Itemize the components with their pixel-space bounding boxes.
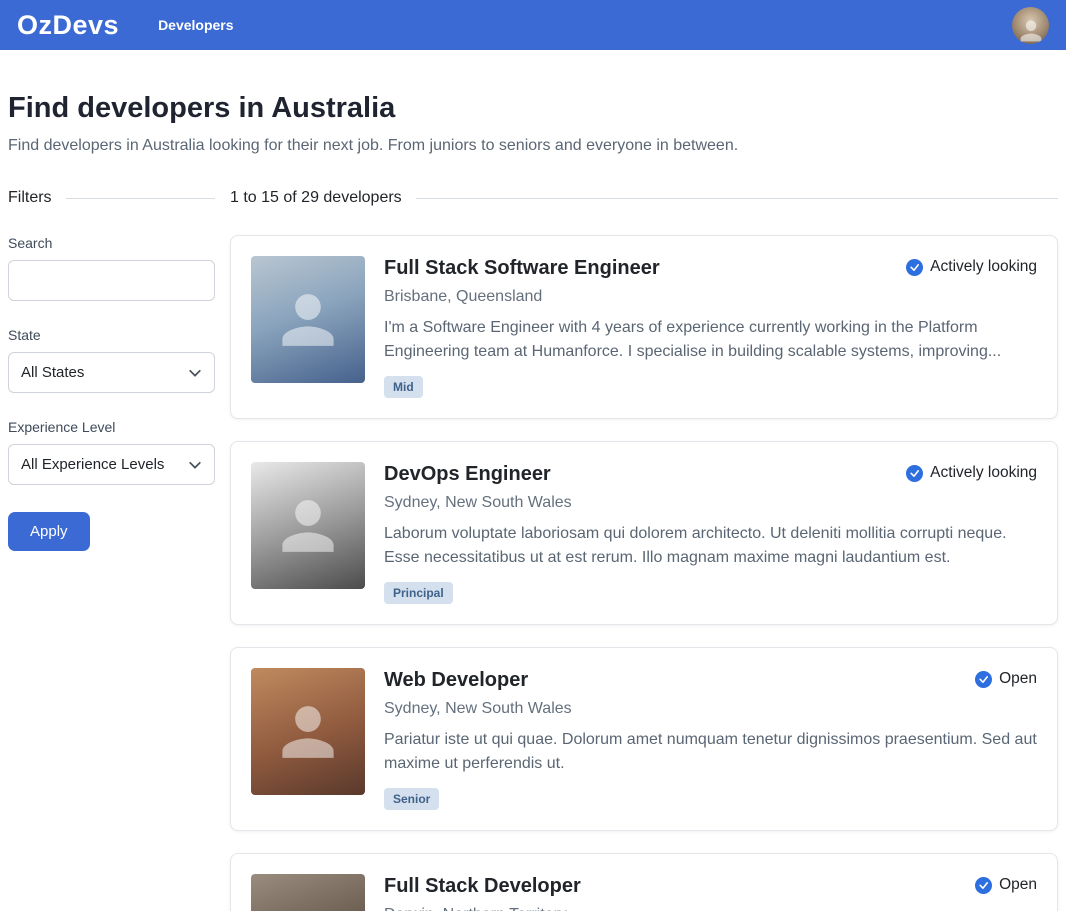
divider: [66, 198, 215, 199]
main-content: Find developers in Australia Find develo…: [0, 92, 1066, 911]
user-avatar[interactable]: [1012, 7, 1049, 44]
developer-description: Laborum voluptate laboriosam qui dolorem…: [384, 522, 1037, 570]
developer-location: Sydney, New South Wales: [384, 700, 1037, 718]
availability-status: Actively looking: [906, 256, 1037, 276]
developer-title: Web Developer: [384, 668, 528, 692]
developer-photo: [251, 668, 365, 795]
state-select[interactable]: All States: [8, 352, 215, 393]
chevron-down-icon: [188, 458, 202, 472]
availability-label: Open: [999, 876, 1037, 894]
state-label: State: [8, 327, 215, 343]
availability-label: Actively looking: [930, 258, 1037, 276]
person-icon: [276, 494, 340, 558]
developer-title: Full Stack Developer: [384, 874, 581, 898]
experience-select[interactable]: All Experience Levels: [8, 444, 215, 485]
chevron-down-icon: [188, 366, 202, 380]
availability-label: Open: [999, 670, 1037, 688]
developer-location: Darwin, Northern Territory: [384, 906, 1037, 911]
developer-photo: [251, 462, 365, 589]
availability-status: Actively looking: [906, 462, 1037, 482]
state-select-value: All States: [21, 364, 84, 381]
brand-logo[interactable]: OzDevs: [17, 10, 119, 41]
developer-card[interactable]: Full Stack Developer Open Darwin, Northe…: [230, 853, 1058, 911]
developer-card[interactable]: Full Stack Software Engineer Actively lo…: [230, 235, 1058, 419]
experience-label: Experience Level: [8, 419, 215, 435]
person-icon: [276, 700, 340, 764]
developer-title: Full Stack Software Engineer: [384, 256, 660, 280]
check-circle-icon: [975, 877, 992, 894]
availability-label: Actively looking: [930, 464, 1037, 482]
experience-select-value: All Experience Levels: [21, 456, 164, 473]
check-circle-icon: [906, 465, 923, 482]
search-label: Search: [8, 235, 215, 251]
apply-button[interactable]: Apply: [8, 512, 90, 551]
page-title: Find developers in Australia: [8, 92, 1058, 125]
availability-status: Open: [975, 874, 1037, 894]
level-badge: Mid: [384, 376, 423, 398]
check-circle-icon: [906, 259, 923, 276]
developer-location: Sydney, New South Wales: [384, 494, 1037, 512]
level-badge: Principal: [384, 582, 453, 604]
developer-photo: [251, 256, 365, 383]
person-icon: [276, 906, 340, 911]
developer-description: I'm a Software Engineer with 4 years of …: [384, 316, 1037, 364]
navbar: OzDevs Developers: [0, 0, 1066, 50]
availability-status: Open: [975, 668, 1037, 688]
level-badge: Senior: [384, 788, 439, 810]
nav-item-developers[interactable]: Developers: [158, 17, 233, 33]
developer-photo: [251, 874, 365, 911]
person-icon: [276, 288, 340, 352]
developer-card[interactable]: DevOps Engineer Actively looking Sydney,…: [230, 441, 1058, 625]
person-icon: [1018, 18, 1044, 44]
filters-panel: Filters Search State All States Experien…: [8, 189, 215, 551]
filters-heading: Filters: [8, 189, 52, 207]
page-subtitle: Find developers in Australia looking for…: [8, 137, 1058, 155]
search-input[interactable]: [8, 260, 215, 301]
results-panel: 1 to 15 of 29 developers Full Stack Soft…: [230, 189, 1058, 911]
developer-description: Pariatur iste ut qui quae. Dolorum amet …: [384, 728, 1037, 776]
divider: [416, 198, 1058, 199]
developer-card[interactable]: Web Developer Open Sydney, New South Wal…: [230, 647, 1058, 831]
developer-title: DevOps Engineer: [384, 462, 551, 486]
results-count: 1 to 15 of 29 developers: [230, 189, 402, 207]
developer-location: Brisbane, Queensland: [384, 288, 1037, 306]
check-circle-icon: [975, 671, 992, 688]
